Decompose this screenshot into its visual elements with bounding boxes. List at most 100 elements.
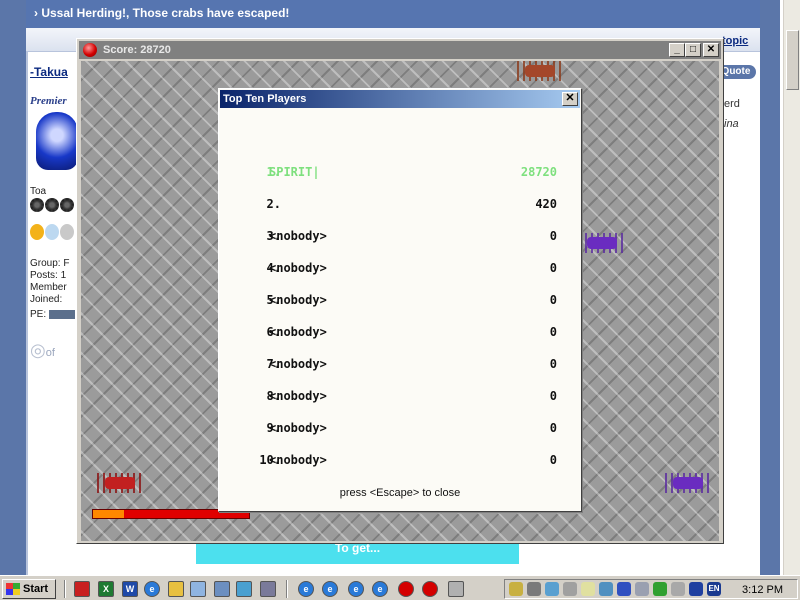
post-author[interactable]: -Takua bbox=[30, 65, 68, 79]
post-frame bbox=[26, 52, 28, 575]
logo-swirl-icon: ◎ bbox=[30, 340, 46, 360]
taskbar-clock[interactable]: 3:12 PM bbox=[742, 584, 783, 596]
highscore-dialog[interactable]: Top Ten Players ✕ 1. SPIRIT| 28720 2. 420 3. <… bbox=[218, 88, 582, 512]
member-posts: Posts: 1 bbox=[30, 270, 67, 281]
post-highlight-box: To get... bbox=[196, 542, 519, 564]
word-icon[interactable]: W bbox=[122, 581, 138, 597]
highscore-row: 9. <nobody> 0 bbox=[219, 421, 581, 437]
highscore-player-name: <nobody> bbox=[269, 421, 327, 435]
minimize-button[interactable]: _ bbox=[669, 43, 685, 57]
highscore-row: 8. <nobody> 0 bbox=[219, 389, 581, 405]
app-icon[interactable] bbox=[260, 581, 276, 597]
highscore-score: 0 bbox=[549, 453, 557, 467]
antivirus-icon[interactable] bbox=[617, 582, 631, 596]
network-icon[interactable] bbox=[527, 582, 541, 596]
logo-text: of bbox=[45, 347, 55, 359]
post-text-fragment: erd bbox=[724, 98, 740, 110]
highscore-score: 0 bbox=[549, 357, 557, 371]
taskbar-separator bbox=[64, 580, 66, 598]
avatar bbox=[36, 112, 78, 170]
forum-topic-banner: › Ussal Herding!, Those crabs have escap… bbox=[26, 0, 760, 28]
language-indicator[interactable]: EN bbox=[707, 582, 721, 596]
info-icon[interactable] bbox=[581, 582, 595, 596]
highscore-row: 5. <nobody> 0 bbox=[219, 293, 581, 309]
game-icon[interactable] bbox=[422, 581, 438, 597]
page-scrollbar[interactable] bbox=[783, 0, 800, 575]
tray-app-icon[interactable] bbox=[563, 582, 577, 596]
member-joined: Joined: bbox=[30, 294, 63, 305]
highscore-row: 10. <nobody> 0 bbox=[219, 453, 581, 469]
ie-window-icon[interactable]: e bbox=[298, 581, 314, 597]
highscore-player-name: <nobody> bbox=[269, 325, 327, 339]
post-text-fragment: ina bbox=[724, 118, 739, 130]
close-button[interactable]: ✕ bbox=[703, 43, 719, 57]
volume-icon[interactable] bbox=[509, 582, 523, 596]
dialog-title: Top Ten Players bbox=[223, 93, 307, 105]
badge-icon bbox=[30, 224, 44, 240]
badge-icon bbox=[60, 224, 74, 240]
tray-app-icon[interactable] bbox=[545, 582, 559, 596]
tray-app-icon[interactable] bbox=[635, 582, 649, 596]
highscore-score: 28720 bbox=[520, 165, 557, 179]
topic-link[interactable]: topic bbox=[722, 35, 748, 47]
rank-gears bbox=[30, 198, 75, 215]
highscore-player-name: <nobody> bbox=[269, 261, 327, 275]
gear-icon bbox=[60, 198, 74, 212]
tray-app-icon[interactable] bbox=[653, 582, 667, 596]
highscore-row: 4. <nobody> 0 bbox=[219, 261, 581, 277]
highscore-row: 2. 420 bbox=[219, 197, 581, 213]
member-title: Premier bbox=[30, 95, 67, 107]
gear-icon bbox=[45, 198, 59, 212]
highscore-score: 0 bbox=[549, 421, 557, 435]
highscore-player-name: <nobody> bbox=[269, 229, 327, 243]
member-group: Group: F bbox=[30, 258, 70, 269]
highscore-player-name: <nobody> bbox=[269, 389, 327, 403]
notepad-icon[interactable] bbox=[190, 581, 206, 597]
tray-app-icon[interactable] bbox=[689, 582, 703, 596]
member-number: Member bbox=[30, 282, 67, 293]
pe-bar bbox=[48, 309, 75, 319]
highscore-score: 420 bbox=[535, 197, 557, 211]
maximize-button[interactable]: □ bbox=[685, 43, 701, 57]
dialog-footer-hint: press <Escape> to close bbox=[339, 487, 461, 499]
dialog-close-button[interactable]: ✕ bbox=[562, 92, 578, 106]
highscore-player-name: <nobody> bbox=[269, 357, 327, 371]
highscore-score: 0 bbox=[549, 325, 557, 339]
taskbar-separator bbox=[286, 580, 288, 598]
ie-icon[interactable]: e bbox=[144, 581, 160, 597]
folder-icon[interactable] bbox=[168, 581, 184, 597]
highscore-score: 0 bbox=[549, 229, 557, 243]
explorer-icon[interactable] bbox=[214, 581, 230, 597]
start-button[interactable]: Start bbox=[2, 579, 56, 599]
highscore-score: 0 bbox=[549, 261, 557, 275]
offline-logo: ◎of bbox=[30, 340, 55, 361]
tray-app-icon[interactable] bbox=[599, 582, 613, 596]
forum-left-border bbox=[0, 0, 26, 575]
system-tray: EN 3:12 PM bbox=[504, 579, 798, 599]
dialog-titlebar[interactable]: Top Ten Players ✕ bbox=[220, 90, 580, 108]
game-icon[interactable] bbox=[398, 581, 414, 597]
windows-logo-icon bbox=[6, 583, 20, 595]
member-badges bbox=[30, 224, 75, 243]
ie-window-icon[interactable]: e bbox=[322, 581, 338, 597]
ie-window-icon[interactable]: e bbox=[372, 581, 388, 597]
media-icon[interactable] bbox=[74, 581, 90, 597]
ie-window-icon[interactable]: e bbox=[348, 581, 364, 597]
highscore-player-name: SPIRIT| bbox=[269, 165, 320, 179]
highscore-player-name: <nobody> bbox=[269, 453, 327, 467]
excel-icon[interactable]: X bbox=[98, 581, 114, 597]
tray-app-icon[interactable] bbox=[671, 582, 685, 596]
health-bar-fill bbox=[93, 510, 125, 518]
highscore-row: 7. <nobody> 0 bbox=[219, 357, 581, 373]
gear-icon bbox=[30, 198, 44, 212]
scrollbar-thumb[interactable] bbox=[786, 30, 799, 90]
highscore-row: 1. SPIRIT| 28720 bbox=[219, 165, 581, 181]
game-titlebar[interactable]: Score: 28720 _ □ ✕ bbox=[79, 41, 721, 59]
calculator-icon[interactable] bbox=[448, 581, 464, 597]
forum-right-border bbox=[760, 0, 780, 575]
taskbar: Start X W e e e e e EN 3:12 PM bbox=[0, 575, 800, 600]
highscore-row: 6. <nobody> 0 bbox=[219, 325, 581, 341]
desktop-icon[interactable] bbox=[236, 581, 252, 597]
game-title: Score: 28720 bbox=[103, 44, 171, 56]
pe-label: PE: bbox=[30, 309, 47, 320]
